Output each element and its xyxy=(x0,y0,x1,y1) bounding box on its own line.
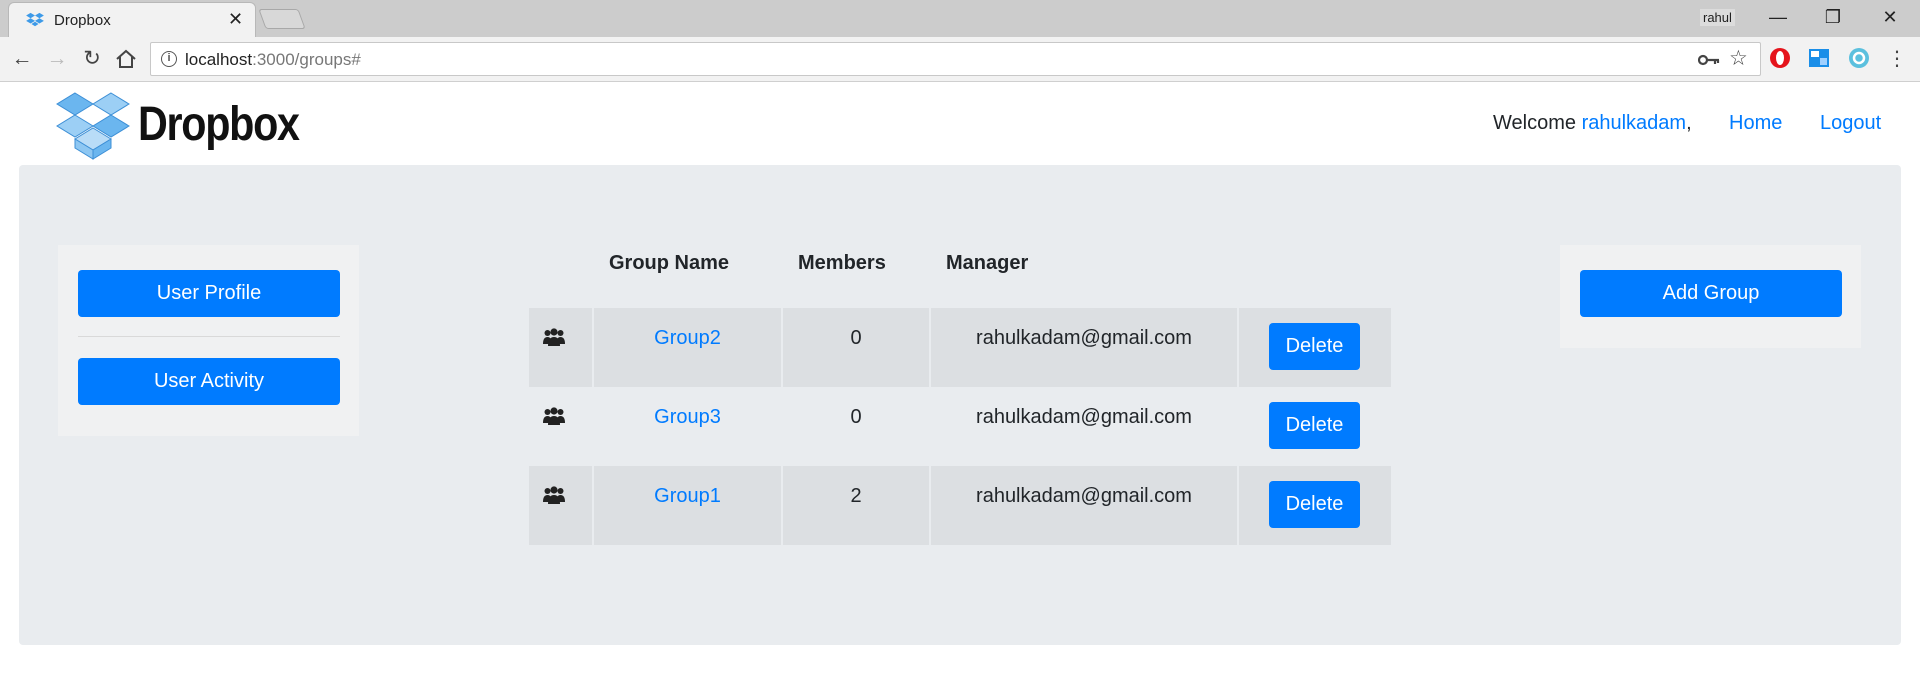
reload-icon[interactable]: ↻ xyxy=(78,45,106,73)
window-user-badge[interactable]: rahul xyxy=(1700,9,1735,26)
members-count: 0 xyxy=(850,327,862,349)
delete-button[interactable]: Delete xyxy=(1269,481,1360,528)
table-row: Group3 0 rahulkadam@gmail.com Delete xyxy=(529,387,1409,466)
star-icon[interactable]: ☆ xyxy=(1729,46,1748,71)
dropbox-logo-icon[interactable] xyxy=(56,91,130,161)
user-sidebar: User Profile User Activity xyxy=(58,245,359,436)
header-group-name: Group Name xyxy=(609,252,730,274)
restore-button[interactable]: ❐ xyxy=(1808,3,1858,31)
minimize-button[interactable]: — xyxy=(1753,3,1803,31)
opera-extension-icon[interactable] xyxy=(1768,46,1792,70)
users-icon xyxy=(543,407,565,425)
close-window-button[interactable]: ✕ xyxy=(1865,3,1915,31)
members-count: 0 xyxy=(850,406,862,428)
dropbox-icon xyxy=(26,12,44,27)
manager-email: rahulkadam@gmail.com xyxy=(976,485,1192,507)
members-cell: 0 xyxy=(783,387,929,466)
main-panel: User Profile User Activity Group Name Me… xyxy=(19,165,1901,645)
group-name-cell: Group2 xyxy=(594,308,781,387)
username-link[interactable]: rahulkadam xyxy=(1582,112,1687,134)
group-name-link[interactable]: Group1 xyxy=(594,485,781,508)
users-icon xyxy=(543,486,565,504)
sidebar-divider xyxy=(78,336,340,337)
browser-tab-strip: Dropbox ✕ rahul — ❐ ✕ xyxy=(0,0,1920,37)
welcome-comma: , xyxy=(1686,112,1692,134)
welcome-text: Welcome rahulkadam, xyxy=(1493,112,1692,135)
user-activity-button[interactable]: User Activity xyxy=(78,358,340,405)
site-header: Dropbox Welcome rahulkadam, Home Logout xyxy=(0,83,1920,165)
info-icon[interactable]: i xyxy=(161,51,177,67)
members-count: 2 xyxy=(850,485,862,507)
group-actions-panel: Add Group xyxy=(1560,245,1861,348)
home-link[interactable]: Home xyxy=(1729,112,1782,135)
address-url[interactable]: localhost:3000/groups# xyxy=(185,50,361,70)
address-bar[interactable]: i localhost:3000/groups# ☆ xyxy=(150,42,1761,76)
group-name-link[interactable]: Group3 xyxy=(594,406,781,429)
group-name-link[interactable]: Group2 xyxy=(594,327,781,350)
tab-title: Dropbox xyxy=(54,12,111,29)
browser-menu-icon[interactable]: ⋮ xyxy=(1883,45,1911,73)
address-path: :3000/groups# xyxy=(252,50,361,69)
manager-cell: rahulkadam@gmail.com xyxy=(931,466,1237,545)
group-icon-cell xyxy=(529,308,592,387)
members-cell: 0 xyxy=(783,308,929,387)
new-tab-button[interactable] xyxy=(258,9,306,29)
group-name-cell: Group3 xyxy=(594,387,781,466)
members-cell: 2 xyxy=(783,466,929,545)
key-icon[interactable] xyxy=(1698,53,1720,67)
manager-email: rahulkadam@gmail.com xyxy=(976,406,1192,428)
manager-cell: rahulkadam@gmail.com xyxy=(931,387,1237,466)
table-row: Group2 0 rahulkadam@gmail.com Delete xyxy=(529,308,1409,387)
action-cell: Delete xyxy=(1239,308,1391,387)
sync-extension-icon[interactable] xyxy=(1847,46,1871,70)
address-host: localhost xyxy=(185,50,253,69)
delete-button[interactable]: Delete xyxy=(1269,402,1360,449)
arrow-left-icon[interactable]: ← xyxy=(8,45,36,73)
welcome-label: Welcome xyxy=(1493,112,1576,134)
action-cell: Delete xyxy=(1239,387,1391,466)
add-group-button[interactable]: Add Group xyxy=(1580,270,1842,317)
users-icon xyxy=(543,328,565,346)
delete-button[interactable]: Delete xyxy=(1269,323,1360,370)
manager-email: rahulkadam@gmail.com xyxy=(976,327,1192,349)
logout-link[interactable]: Logout xyxy=(1820,112,1881,135)
dashboard-extension-icon[interactable] xyxy=(1807,46,1831,70)
group-name-cell: Group1 xyxy=(594,466,781,545)
action-cell: Delete xyxy=(1239,466,1391,545)
group-icon-cell xyxy=(529,466,592,545)
logo-wordmark[interactable]: Dropbox xyxy=(138,97,300,152)
manager-cell: rahulkadam@gmail.com xyxy=(931,308,1237,387)
user-profile-button[interactable]: User Profile xyxy=(78,270,340,317)
header-manager: Manager xyxy=(946,252,1029,274)
header-members: Members xyxy=(798,252,886,274)
home-icon[interactable] xyxy=(114,47,138,71)
arrow-right-icon[interactable]: → xyxy=(43,45,71,73)
browser-tab[interactable]: Dropbox ✕ xyxy=(8,2,256,37)
table-row: Group1 2 rahulkadam@gmail.com Delete xyxy=(529,466,1409,545)
tab-close-icon[interactable]: ✕ xyxy=(228,9,243,30)
group-icon-cell xyxy=(529,387,592,466)
browser-toolbar: ← → ↻ i localhost:3000/groups# ☆ ⋮ xyxy=(0,37,1920,82)
